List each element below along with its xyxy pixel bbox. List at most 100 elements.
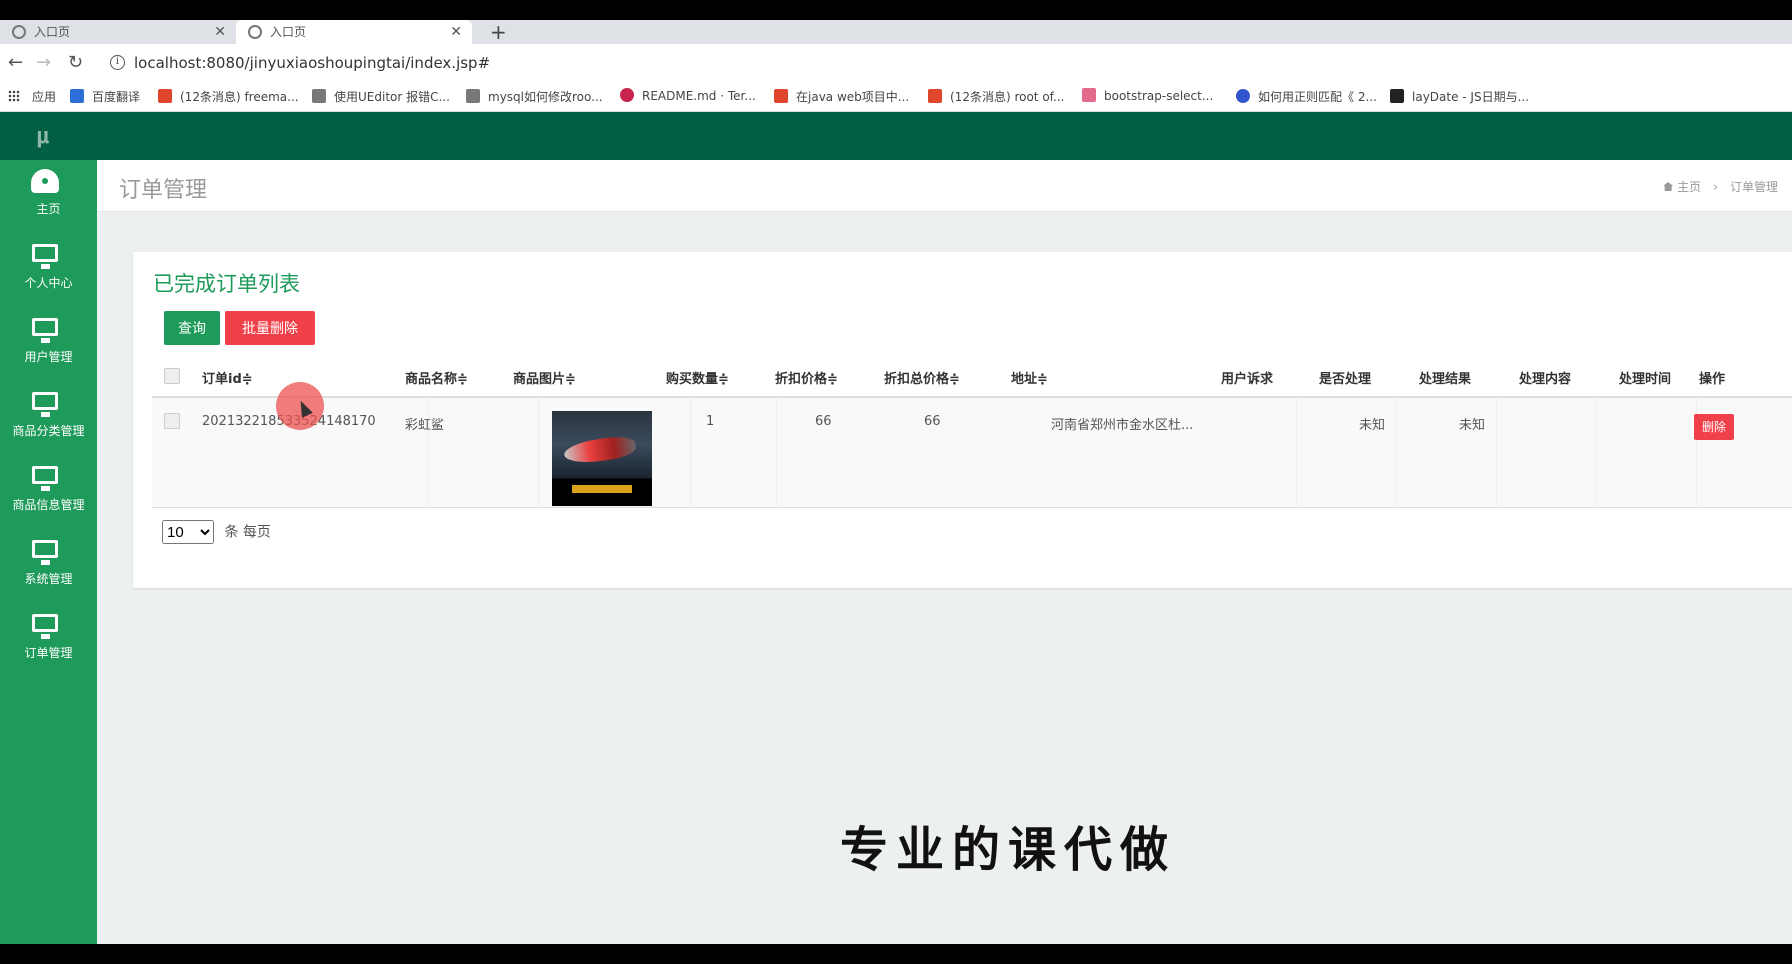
browser-tab-1[interactable]: 入口页 ✕ [0, 20, 236, 44]
quantity-cell: 1 [706, 414, 715, 429]
column-header[interactable]: 地址≑ [1011, 368, 1048, 387]
batch-delete-button[interactable]: 批量删除 [225, 311, 315, 345]
monitor-icon [32, 614, 58, 639]
order-list-card: 已完成订单列表 查询 批量删除 订单id≑ 商品名称≑ 商品图片≑ 购买数量≑ … [133, 252, 1792, 588]
sidebar-item-product-management[interactable]: 商品信息管理 [0, 456, 97, 530]
forward-arrow-icon[interactable]: → [36, 52, 51, 73]
product-name-cell: 彩虹鲨 [405, 418, 445, 433]
sidebar-item-label: 订单管理 [24, 646, 73, 660]
breadcrumb-home[interactable]: 主页 [1677, 180, 1701, 194]
column-header[interactable]: 折扣价格≑ [775, 368, 838, 387]
sidebar-item-label: 个人中心 [24, 276, 73, 290]
browser-tabbar: 入口页 ✕ 入口页 ✕ + [0, 20, 1792, 44]
apps-grid-icon [8, 90, 20, 102]
sidebar-item-label: 商品分类管理 [12, 424, 85, 438]
screen: 入口页 ✕ 入口页 ✕ + ← → ↻ i localhost:8080/jin… [0, 0, 1792, 964]
browser-tab-2[interactable]: 入口页 ✕ [236, 20, 472, 44]
breadcrumb-current: 订单管理 [1729, 180, 1778, 194]
bookmark-favicon-icon [620, 88, 634, 102]
column-header[interactable]: 折扣总价格≑ [884, 368, 960, 387]
bookmark-item[interactable]: bootstrap-select... [1082, 88, 1213, 103]
row-delete-button[interactable]: 删除 [1694, 414, 1734, 440]
monitor-icon [32, 540, 58, 565]
bookmarks-bar: 应用 百度翻译 (12条消息) freema... 使用UEditor 报错C.… [0, 82, 1792, 112]
column-divider [1396, 398, 1397, 508]
column-header: 处理结果 [1419, 372, 1472, 387]
bookmark-apps[interactable]: 应用 [8, 88, 56, 105]
tab-title: 入口页 [270, 25, 307, 39]
sidebar-item-category-management[interactable]: 商品分类管理 [0, 382, 97, 456]
column-header[interactable]: 订单id≑ [202, 368, 253, 387]
discount-price-cell: 66 [815, 414, 832, 429]
discount-total-cell: 66 [924, 414, 941, 429]
row-checkbox[interactable] [164, 413, 180, 429]
bookmark-item[interactable]: README.md · Ter... [620, 88, 756, 103]
new-tab-button[interactable]: + [490, 20, 507, 44]
bookmark-favicon-icon [70, 89, 84, 103]
back-arrow-icon[interactable]: ← [8, 52, 23, 73]
close-icon[interactable]: ✕ [450, 20, 462, 44]
page-title: 订单管理 [119, 178, 208, 203]
table-header: 订单id≑ 商品名称≑ 商品图片≑ 购买数量≑ 折扣价格≑ 折扣总价格≑ 地址≑… [152, 358, 1792, 398]
url-field[interactable]: localhost:8080/jinyuxiaoshoupingtai/inde… [134, 54, 490, 72]
product-image [552, 411, 652, 506]
breadcrumb: 主页 › 订单管理 [1663, 178, 1778, 195]
column-header[interactable]: 商品图片≑ [513, 368, 576, 387]
sidebar-item-label: 商品信息管理 [12, 498, 85, 512]
processed-cell: 未知 [1359, 418, 1386, 433]
column-divider [776, 398, 777, 508]
sidebar-item-order-management[interactable]: 订单管理 [0, 604, 97, 678]
card-title: 已完成订单列表 [153, 272, 300, 296]
pagination: 10 条 每页 [162, 520, 271, 544]
bookmark-item[interactable]: 使用UEditor 报错C... [312, 88, 450, 105]
address-bar: ← → ↻ i localhost:8080/jinyuxiaoshouping… [0, 44, 1792, 82]
dashboard-icon [31, 169, 59, 193]
bookmark-favicon-icon [774, 89, 788, 103]
sidebar-item-system-management[interactable]: 系统管理 [0, 530, 97, 604]
tab-title: 入口页 [34, 25, 71, 39]
page-size-suffix: 条 每页 [224, 524, 271, 541]
column-divider [538, 398, 539, 508]
column-header: 用户诉求 [1221, 372, 1274, 387]
column-divider [1596, 398, 1597, 508]
bookmark-item[interactable]: (12条消息) freema... [158, 88, 299, 105]
page-size-select[interactable]: 10 [162, 520, 214, 544]
close-icon[interactable]: ✕ [214, 20, 226, 44]
select-all-checkbox[interactable] [164, 368, 180, 384]
top-navbar: μ [0, 112, 1792, 160]
sidebar-item-label: 主页 [36, 202, 61, 216]
bookmark-favicon-icon [928, 89, 942, 103]
column-header[interactable]: 商品名称≑ [405, 368, 468, 387]
bookmark-item[interactable]: layDate - JS日期与... [1390, 88, 1529, 105]
column-header: 处理内容 [1519, 372, 1572, 387]
sidebar: 主页 个人中心 用户管理 商品分类管理 商品信息管理 系统管理 订单管理 [0, 160, 97, 944]
sidebar-item-home[interactable]: 主页 [0, 160, 97, 234]
monitor-icon [32, 318, 58, 343]
bookmark-item[interactable]: (12条消息) root of... [928, 88, 1064, 105]
column-header: 是否处理 [1319, 372, 1372, 387]
column-header: 操作 [1699, 372, 1726, 387]
breadcrumb-separator: › [1713, 180, 1718, 194]
globe-icon [248, 25, 262, 39]
sidebar-item-user-management[interactable]: 用户管理 [0, 308, 97, 382]
page-header: 订单管理 主页 › 订单管理 [97, 160, 1792, 212]
image-caption-bar [572, 485, 632, 493]
bottom-black-bar [0, 944, 1792, 964]
column-header[interactable]: 购买数量≑ [666, 368, 729, 387]
bookmark-item[interactable]: 如何用正则匹配《 2... [1236, 88, 1377, 105]
info-icon[interactable]: i [110, 55, 125, 70]
monitor-icon [32, 466, 58, 491]
bookmark-favicon-icon [312, 89, 326, 103]
bookmark-item[interactable]: 百度翻译 [70, 88, 140, 105]
reload-icon[interactable]: ↻ [68, 52, 83, 73]
bookmark-item[interactable]: 在java web项目中... [774, 88, 909, 105]
sidebar-item-personal-center[interactable]: 个人中心 [0, 234, 97, 308]
overlay-text: 专业的课代做 [840, 822, 1177, 878]
fish-shape [562, 434, 638, 466]
address-cell: 河南省郑州市金水区杜... [1051, 418, 1194, 433]
logo[interactable]: μ [36, 124, 49, 149]
bookmark-item[interactable]: mysql如何修改roo... [466, 88, 603, 105]
bookmark-favicon-icon [1390, 89, 1404, 103]
query-button[interactable]: 查询 [164, 311, 220, 345]
bookmark-favicon-icon [1082, 88, 1096, 102]
